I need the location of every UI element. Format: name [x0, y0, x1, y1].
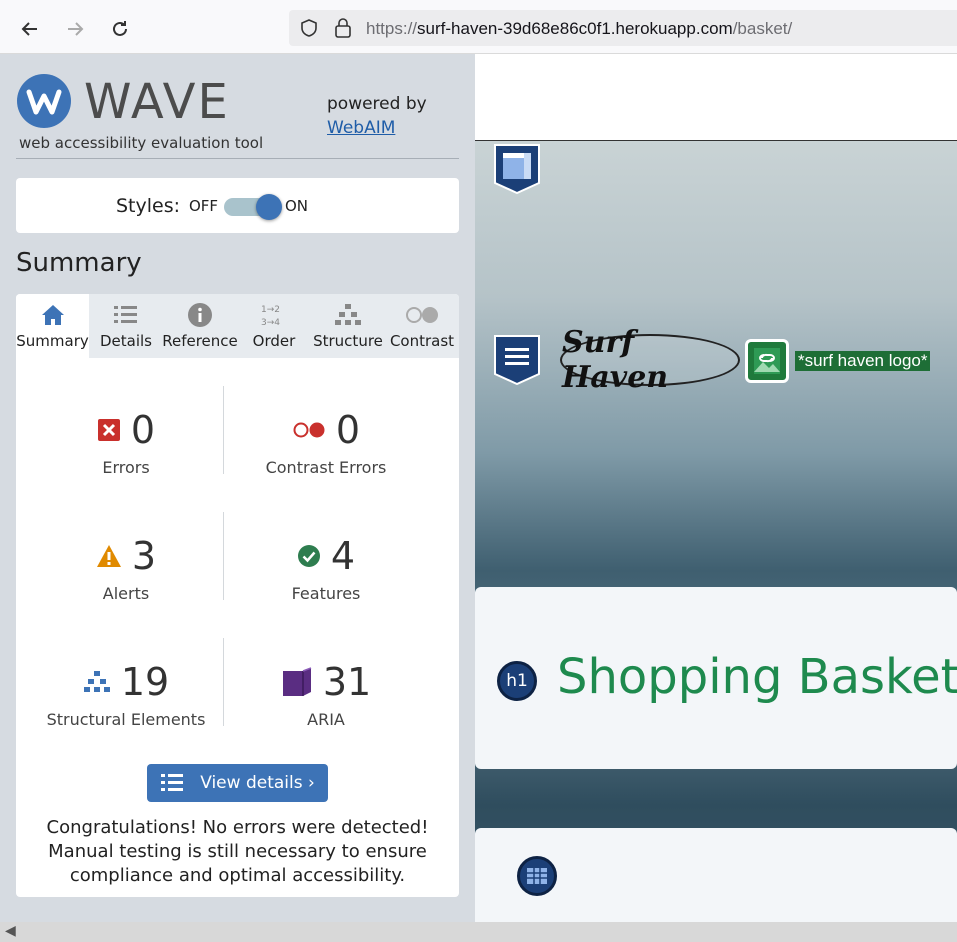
basket-card	[475, 828, 957, 922]
error-icon	[97, 419, 120, 441]
wave-subtitle: web accessibility evaluation tool	[19, 134, 264, 152]
url-text: https://surf-haven-39d68e86c0f1.herokuap…	[366, 19, 793, 38]
h1-badge-icon[interactable]: h1	[497, 661, 537, 701]
contrast-icon	[406, 307, 438, 323]
structure-icon	[335, 304, 361, 325]
stat-structural-elements[interactable]: 19 Structural Elements	[26, 660, 226, 729]
svg-text:3→4: 3→4	[261, 318, 280, 328]
forward-button[interactable]	[60, 14, 90, 44]
browser-toolbar: https://surf-haven-39d68e86c0f1.herokuap…	[0, 0, 957, 54]
tab-structure[interactable]: Structure	[311, 294, 385, 358]
order-icon: 1→23→4	[261, 305, 280, 328]
stat-alerts[interactable]: 3 Alerts	[26, 534, 226, 603]
list-icon	[114, 306, 137, 323]
wave-sidebar: WAVE web accessibility evaluation tool p…	[0, 54, 475, 922]
webaim-link[interactable]: WebAIM	[327, 118, 395, 138]
arrow-right-icon	[68, 22, 84, 36]
wave-landmark-icon[interactable]	[494, 144, 540, 195]
styles-toggle-box: Styles: OFF ON	[16, 178, 459, 233]
shield-icon	[301, 19, 317, 37]
tab-reference[interactable]: Reference	[162, 294, 238, 358]
table-icon[interactable]	[517, 856, 557, 896]
stat-contrast-errors[interactable]: 0 Contrast Errors	[226, 408, 426, 477]
toggle-knob[interactable]	[256, 194, 282, 220]
heading-card: h1 Shopping Basket	[475, 587, 957, 769]
page-preview: Surf Haven *surf haven logo* h1 Shopping…	[475, 54, 957, 922]
info-icon	[188, 303, 212, 327]
wave-navigation-icon[interactable]	[494, 335, 540, 386]
scroll-left-icon[interactable]: ◀	[5, 923, 16, 939]
feature-icon	[297, 545, 320, 567]
page-heading: Shopping Basket	[557, 649, 957, 705]
stat-features[interactable]: 4 Features	[226, 534, 426, 603]
divider	[16, 158, 459, 159]
summary-heading: Summary	[16, 248, 142, 278]
linked-image-alt-icon[interactable]	[745, 339, 789, 383]
tab-bar: Summary Details Reference 1→2 3→4 Order S…	[16, 294, 459, 358]
reload-button[interactable]	[105, 14, 135, 44]
list-icon	[161, 774, 184, 791]
wave-logo-icon	[17, 74, 71, 128]
styles-off-label: OFF	[189, 197, 219, 215]
stat-errors[interactable]: 0 Errors	[26, 408, 226, 477]
styles-label: Styles:	[116, 195, 181, 217]
home-icon	[41, 305, 64, 325]
aria-icon	[282, 667, 312, 696]
svg-text:1→2: 1→2	[261, 305, 280, 315]
address-bar[interactable]: https://surf-haven-39d68e86c0f1.herokuap…	[289, 10, 957, 46]
lock-icon	[335, 18, 351, 38]
contrast-error-icon	[293, 422, 325, 438]
view-details-button[interactable]: View details ›	[147, 764, 328, 802]
wave-title: WAVE	[84, 74, 230, 130]
structure-icon	[83, 671, 110, 692]
styles-on-label: ON	[285, 197, 309, 215]
stat-aria[interactable]: 31 ARIA	[226, 660, 426, 729]
hero-background	[475, 141, 957, 922]
arrow-left-icon	[21, 22, 37, 36]
summary-panel: Summary Details Reference 1→2 3→4 Order S…	[16, 294, 459, 897]
horizontal-scrollbar[interactable]: ◀	[0, 922, 957, 942]
tab-contrast[interactable]: Contrast	[385, 294, 459, 358]
logo-alt-text: *surf haven logo*	[795, 351, 931, 371]
site-logo[interactable]: Surf Haven	[560, 325, 740, 395]
congratulations-message: Congratulations! No errors were detected…	[46, 817, 429, 886]
reload-icon	[113, 21, 127, 36]
tab-summary[interactable]: Summary	[16, 294, 89, 358]
alert-icon	[96, 545, 121, 567]
styles-toggle-switch[interactable]	[224, 194, 282, 220]
back-button[interactable]	[15, 14, 45, 44]
powered-by: powered by WebAIM	[327, 94, 427, 138]
tab-details[interactable]: Details	[89, 294, 163, 358]
tab-order[interactable]: 1→2 3→4 Order	[237, 294, 311, 358]
